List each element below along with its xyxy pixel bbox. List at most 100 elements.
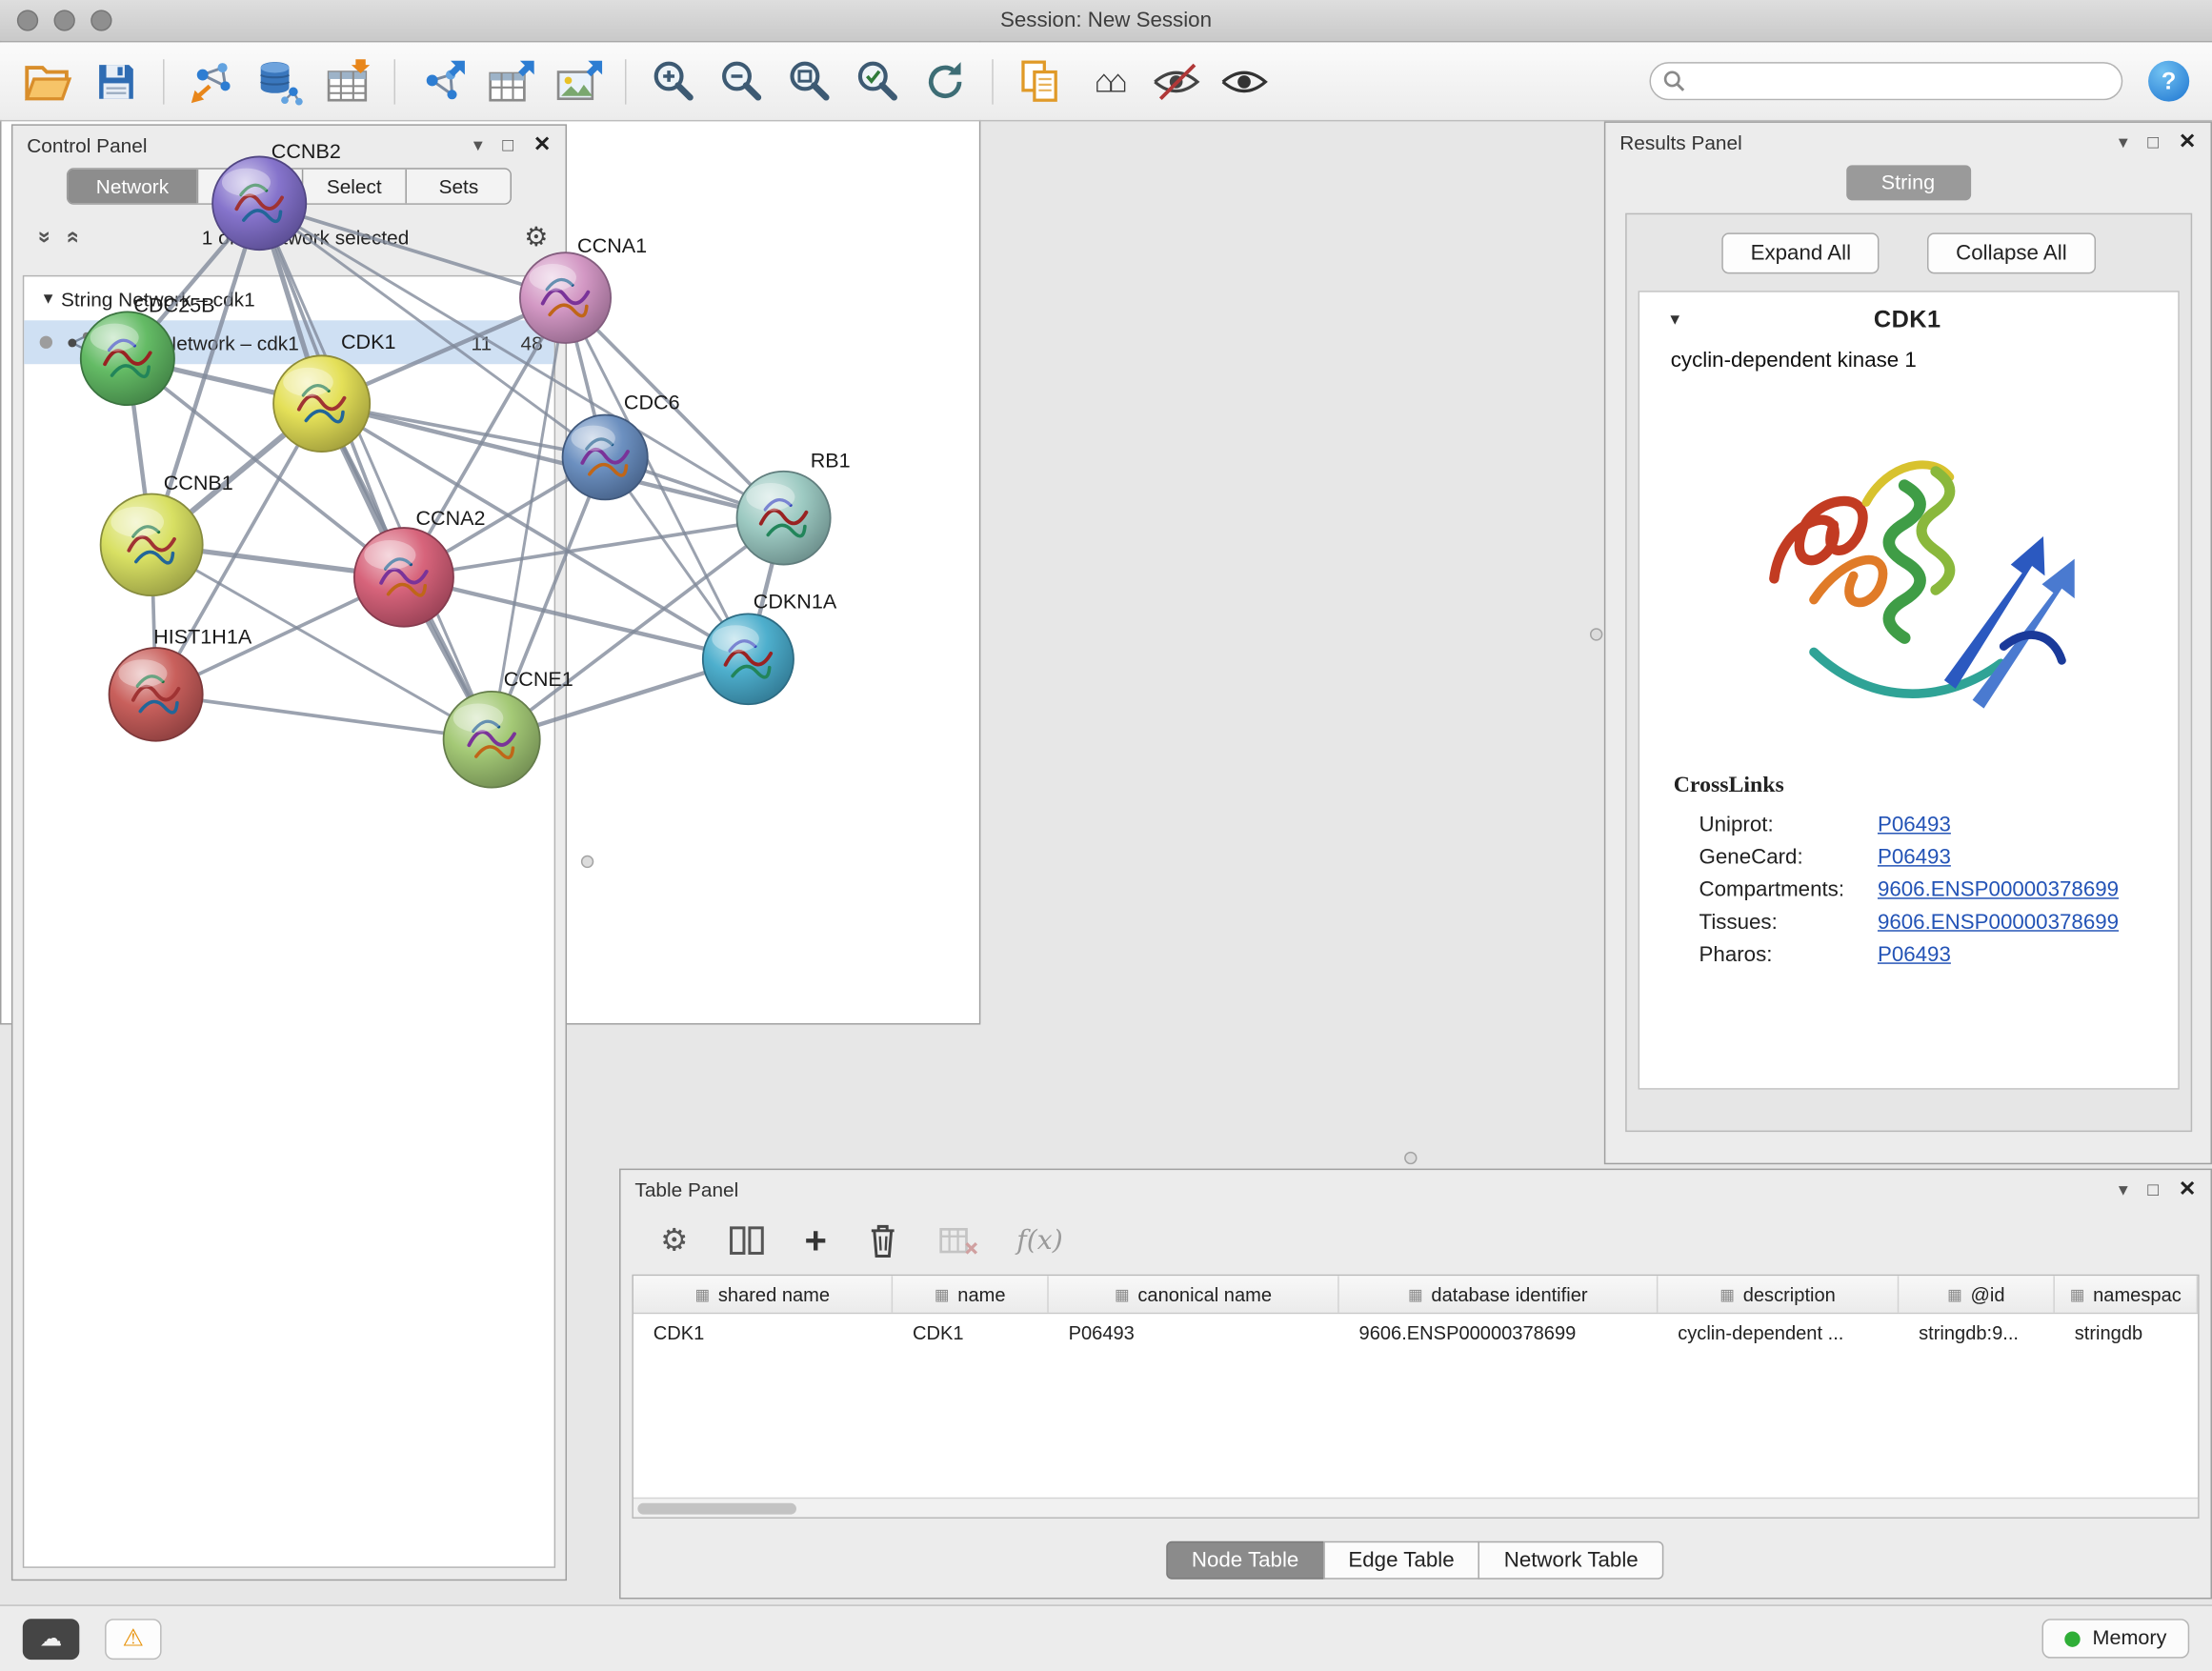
collapse-all-button[interactable]: Collapse All [1927,232,2095,273]
cloud-icon: ☁ [40,1624,63,1653]
expand-all-button[interactable]: Expand All [1722,232,1880,273]
network-node-CCNA1[interactable]: CCNA1 [520,234,647,343]
crosslink-label: Tissues: [1699,911,1878,935]
crosslink-link[interactable]: 9606.ENSP00000378699 [1878,911,2178,935]
network-node-HIST1H1A[interactable]: HIST1H1A [110,626,252,741]
copy-document-button[interactable] [1006,49,1074,113]
panel-float-icon[interactable]: □ [2147,132,2159,151]
crosslink-label: Uniprot: [1699,813,1878,836]
node-label-CDC25B: CDC25B [133,293,214,316]
table-panel-title: Table Panel [634,1178,738,1200]
column-icon: ▦ [1719,1285,1734,1303]
table-cell[interactable]: CDK1 [893,1314,1049,1352]
table-cell[interactable]: P06493 [1049,1314,1339,1352]
column-header[interactable]: ▦name [893,1276,1049,1313]
column-icon: ▦ [1115,1285,1129,1303]
tab-node-table[interactable]: Node Table [1166,1541,1324,1580]
crosslink-link[interactable]: P06493 [1878,845,2178,869]
column-icon: ▦ [694,1285,709,1303]
search-input[interactable] [1649,62,2122,100]
panel-float-icon[interactable]: □ [2147,1179,2159,1198]
function-builder-button[interactable]: f(x) [1016,1225,1062,1257]
scrollbar-thumb[interactable] [637,1503,796,1515]
create-column-button[interactable]: + [805,1221,827,1259]
results-panel-header: Results Panel ▾ □ ✕ [1605,123,2210,161]
warnings-button[interactable]: ⚠ [105,1618,162,1659]
protein-structure-image [1732,381,2086,759]
cloud-button[interactable]: ☁ [23,1618,80,1659]
table-options-gear-icon[interactable]: ⚙ [660,1222,688,1259]
delete-table-icon-disabled [937,1223,977,1258]
protein-structure-figure [1639,381,2178,759]
section-expand-icon[interactable]: ▼ [1662,312,1688,329]
gene-section: ▼ CDK1 cyclin-dependent kinase 1 [1639,291,2180,1089]
right-splitter-handle[interactable] [1590,628,1602,640]
hide-graphics-details-button[interactable] [1142,49,1210,113]
node-label-CCNB1: CCNB1 [164,472,233,494]
network-edge-CCNB2-CCNA1[interactable] [259,203,565,297]
copy-document-icon [1017,57,1063,105]
panel-close-icon[interactable]: ✕ [2179,131,2197,152]
table-row[interactable]: CDK1 CDK1 P06493 9606.ENSP00000378699 cy… [633,1314,2198,1352]
tab-edge-table[interactable]: Edge Table [1323,1541,1480,1580]
table-panel-header: Table Panel ▾ □ ✕ [621,1170,2211,1208]
eye-icon [1218,60,1270,102]
help-button[interactable]: ? [2148,61,2189,102]
table-cell[interactable]: 9606.ENSP00000378699 [1339,1314,1659,1352]
panel-menu-icon[interactable]: ▾ [2119,1179,2128,1198]
left-splitter-handle[interactable] [581,856,593,868]
show-graphics-details-button[interactable] [1210,49,1277,113]
memory-status-dot [2064,1631,2080,1646]
network-node-CCNB1[interactable]: CCNB1 [101,472,233,595]
column-header[interactable]: ▦shared name [633,1276,893,1313]
table-cell[interactable]: stringdb:9... [1899,1314,2055,1352]
network-node-CDC25B[interactable]: CDC25B [81,293,215,405]
network-node-CCNB2[interactable]: CCNB2 [212,140,341,250]
panel-close-icon[interactable]: ✕ [2179,1178,2197,1199]
gene-name: CDK1 [1688,306,2127,334]
crosslink-link[interactable]: P06493 [1878,943,2178,967]
gene-section-header[interactable]: ▼ CDK1 [1639,292,2178,349]
horizontal-scrollbar[interactable] [633,1498,2198,1518]
results-panel-title: Results Panel [1619,131,1742,153]
table-cell[interactable]: cyclin-dependent ... [1658,1314,1899,1352]
crosslink-row: Compartments: 9606.ENSP00000378699 [1639,874,2178,906]
table-header-row: ▦shared name ▦name ▦canonical name ▦data… [633,1276,2198,1314]
table-tabs: Node Table Edge Table Network Table [621,1541,2211,1580]
node-label-CCNA2: CCNA2 [415,507,485,530]
network-edge-CCNB2-CCNE1[interactable] [259,203,492,739]
column-header[interactable]: ▦@id [1899,1276,2055,1313]
network-node-RB1[interactable]: RB1 [737,449,851,564]
column-icon: ▦ [2070,1285,2084,1303]
crosslink-link[interactable]: 9606.ENSP00000378699 [1878,877,2178,901]
horizontal-splitter-handle[interactable] [1404,1152,1417,1164]
network-edge-HIST1H1A-CCNE1[interactable] [156,695,493,739]
network-edge-CDK1-RB1[interactable] [322,404,784,518]
table-panel: Table Panel ▾ □ ✕ ⚙ + f(x) ▦shared name … [619,1169,2212,1600]
memory-button[interactable]: Memory [2041,1619,2189,1658]
tab-network-table[interactable]: Network Table [1478,1541,1664,1580]
delete-column-trash-icon[interactable] [867,1222,898,1259]
show-columns-icon[interactable] [728,1223,765,1258]
tab-string[interactable]: String [1845,165,1970,200]
column-header[interactable]: ▦database identifier [1339,1276,1659,1313]
network-node-CDK1[interactable]: CDK1 [273,331,395,452]
table-cell[interactable]: CDK1 [633,1314,893,1352]
column-header[interactable]: ▦description [1658,1276,1899,1313]
crosslink-row: Tissues: 9606.ENSP00000378699 [1639,906,2178,938]
table-toolbar: ⚙ + f(x) [621,1208,2211,1273]
column-icon: ▦ [1947,1285,1961,1303]
crosslink-label: GeneCard: [1699,845,1878,869]
column-icon: ▦ [935,1285,949,1303]
node-label-CDKN1A: CDKN1A [754,591,837,614]
column-header[interactable]: ▦namespac [2055,1276,2198,1313]
network-canvas[interactable]: CCNB2 CCNA1 CDC25B CDK1 CDC6 RB1 CCNB1 CCNA2 CDK… [0,0,977,970]
gene-description: cyclin-dependent kinase 1 [1639,349,2178,381]
column-header[interactable]: ▦canonical name [1049,1276,1339,1313]
houses-button[interactable]: ⌂⌂ [1075,49,1142,113]
node-label-CDC6: CDC6 [624,392,680,414]
crosslink-link[interactable]: P06493 [1878,813,2178,836]
table-cell[interactable]: stringdb [2055,1314,2198,1352]
panel-menu-icon[interactable]: ▾ [2119,132,2128,151]
network-edge-CCNA2-CDKN1A[interactable] [404,577,748,659]
